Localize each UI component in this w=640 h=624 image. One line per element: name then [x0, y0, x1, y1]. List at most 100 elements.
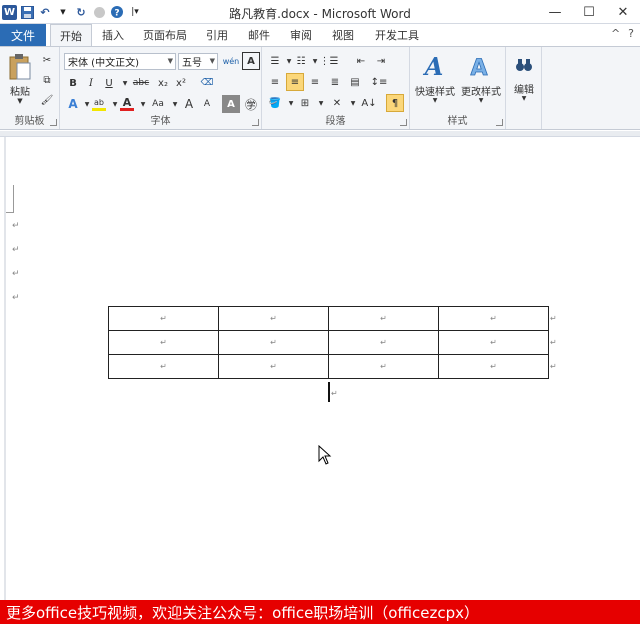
document-area[interactable]: ↵ ↵ ↵ ↵ ↵ ↵ ↵ ↵ ↵ ↵ ↵ ↵ ↵ ↵ ↵ ↵ ↵ ↵ ↵ ↵ — [0, 131, 640, 600]
grow-font-button[interactable]: A — [180, 95, 198, 113]
undo-icon[interactable]: ↶ — [37, 4, 53, 20]
tab-home[interactable]: 开始 — [50, 24, 92, 47]
help-icon[interactable]: ? — [628, 27, 634, 40]
change-styles-icon[interactable]: A — [464, 51, 494, 81]
binoculars-icon[interactable] — [512, 53, 536, 77]
quick-styles-icon[interactable]: A — [420, 51, 450, 81]
enclose-characters-icon[interactable]: ㊫ — [242, 95, 260, 113]
font-size-combo[interactable]: 五号 ▼ — [178, 53, 218, 70]
cut-icon[interactable]: ✂ — [38, 51, 56, 69]
quick-styles-label[interactable]: 快速样式 — [412, 83, 458, 98]
row-end-mark: ↵ — [550, 338, 557, 347]
tab-file[interactable]: 文件 — [0, 24, 46, 46]
paragraph-mark: ↵ — [12, 269, 20, 279]
help-circle-icon[interactable]: ? — [109, 4, 125, 20]
styles-group-label: 样式 — [447, 116, 468, 127]
svg-text:?: ? — [114, 9, 119, 19]
table-cell[interactable]: ↵ — [108, 306, 219, 331]
font-size-value: 五号 — [182, 58, 202, 69]
table-cell[interactable]: ↵ — [328, 354, 439, 379]
tab-insert[interactable]: 插入 — [96, 24, 130, 46]
bold-button[interactable]: B — [64, 74, 82, 92]
table-cell[interactable]: ↵ — [108, 330, 219, 355]
font-group-label: 字体 — [150, 116, 171, 127]
tab-view[interactable]: 视图 — [326, 24, 360, 46]
font-name-value: 宋体 (中文正文) — [68, 58, 139, 69]
distributed-icon[interactable]: ▤ — [346, 73, 364, 91]
table-cell[interactable]: ↵ — [108, 354, 219, 379]
redo-icon[interactable]: ↻ — [73, 4, 89, 20]
multilevel-list-icon[interactable]: ⋮☰ — [320, 52, 339, 70]
chevron-down-icon[interactable]: ▼ — [458, 97, 504, 104]
show-hide-marks-icon[interactable]: ¶ — [386, 94, 404, 112]
change-case-button[interactable]: Aa — [148, 95, 168, 113]
clipboard-group: 粘贴 ▼ ✂ ⧉ 🖌 剪贴板 — [0, 47, 60, 129]
table-cell[interactable]: ↵ — [328, 330, 439, 355]
svg-text:A: A — [423, 53, 444, 79]
chevron-down-icon[interactable]: ▼ — [412, 97, 458, 104]
align-left-icon[interactable]: ≡ — [266, 73, 284, 91]
italic-button[interactable]: I — [82, 74, 100, 92]
tab-developer[interactable]: 开发工具 — [370, 24, 424, 46]
table-cell[interactable]: ↵ — [438, 330, 549, 355]
line-spacing-icon[interactable]: ↕≡ — [370, 73, 388, 91]
collapse-ribbon-icon[interactable]: ^ — [611, 27, 620, 40]
subscript-button[interactable]: x₂ — [154, 74, 172, 92]
customize-qat-icon[interactable]: |▾ — [127, 4, 143, 20]
clear-formatting-icon[interactable]: ⌫ — [198, 74, 216, 92]
ribbon-tabs: 文件 开始 插入 页面布局 引用 邮件 审阅 视图 开发工具 ^ ? — [0, 24, 640, 47]
superscript-button[interactable]: x² — [172, 74, 190, 92]
title-bar: W ↶ ▼ ↻ ? |▾ 路凡教育.docx - Microsoft Word … — [0, 0, 640, 24]
align-right-icon[interactable]: ≡ — [306, 73, 324, 91]
paragraph-launcher-icon[interactable] — [400, 119, 407, 126]
character-shading-icon[interactable]: A — [222, 95, 240, 113]
table-cell[interactable]: ↵ — [218, 330, 329, 355]
chevron-down-icon[interactable]: ▼ — [506, 95, 542, 102]
table-cell[interactable]: ↵ — [438, 306, 549, 331]
save-icon[interactable] — [19, 4, 35, 20]
document-table[interactable]: ↵ ↵ ↵ ↵ ↵ ↵ ↵ ↵ ↵ ↵ ↵ ↵ — [108, 306, 549, 379]
tab-mailings[interactable]: 邮件 — [242, 24, 276, 46]
table-cell[interactable]: ↵ — [218, 306, 329, 331]
word-logo-icon[interactable]: W — [2, 4, 17, 20]
row-end-mark: ↵ — [550, 362, 557, 371]
decrease-indent-icon[interactable]: ⇤ — [352, 52, 370, 70]
change-styles-label[interactable]: 更改样式 — [458, 83, 504, 98]
svg-text:A: A — [470, 56, 487, 79]
table-cell[interactable]: ↵ — [328, 306, 439, 331]
tab-page-layout[interactable]: 页面布局 — [138, 24, 192, 46]
paragraph-mark: ↵ — [12, 293, 20, 303]
shrink-font-button[interactable]: A — [198, 95, 216, 113]
table-row: ↵ ↵ ↵ ↵ — [108, 306, 549, 331]
font-launcher-icon[interactable] — [252, 119, 259, 126]
sort-icon[interactable]: A↓ — [360, 94, 378, 112]
tab-references[interactable]: 引用 — [200, 24, 234, 46]
strikethrough-button[interactable]: abc — [130, 74, 152, 92]
tab-review[interactable]: 审阅 — [284, 24, 318, 46]
justify-icon[interactable]: ≣ — [326, 73, 344, 91]
maximize-button[interactable]: ☐ — [572, 0, 606, 24]
paste-label[interactable]: 粘贴 — [4, 83, 36, 98]
align-center-icon[interactable]: ≡ — [286, 73, 304, 91]
disabled-button-icon — [91, 4, 107, 20]
table-cell[interactable]: ↵ — [438, 354, 549, 379]
clipboard-launcher-icon[interactable] — [50, 119, 57, 126]
styles-group: A 快速样式 ▼ A 更改样式 ▼ 样式 — [410, 47, 506, 129]
format-painter-icon[interactable]: 🖌 — [38, 91, 56, 109]
character-border-icon[interactable]: A — [242, 52, 260, 70]
styles-launcher-icon[interactable] — [496, 119, 503, 126]
font-name-combo[interactable]: 宋体 (中文正文) ▼ — [64, 53, 176, 70]
editing-label[interactable]: 编辑 — [506, 81, 542, 96]
minimize-button[interactable]: — — [538, 0, 572, 24]
copy-icon[interactable]: ⧉ — [38, 71, 56, 89]
row-end-mark: ↵ — [550, 314, 557, 323]
phonetic-guide-icon[interactable]: wén — [222, 52, 240, 70]
table-cell[interactable]: ↵ — [218, 354, 329, 379]
undo-dropdown-icon[interactable]: ▼ — [55, 4, 71, 20]
paste-dropdown-icon[interactable]: ▼ — [4, 97, 36, 105]
increase-indent-icon[interactable]: ⇥ — [372, 52, 390, 70]
paste-icon[interactable] — [6, 51, 34, 83]
close-button[interactable]: ✕ — [606, 0, 640, 24]
paragraph-group-label: 段落 — [325, 116, 346, 127]
chevron-down-icon: ▼ — [167, 57, 173, 65]
